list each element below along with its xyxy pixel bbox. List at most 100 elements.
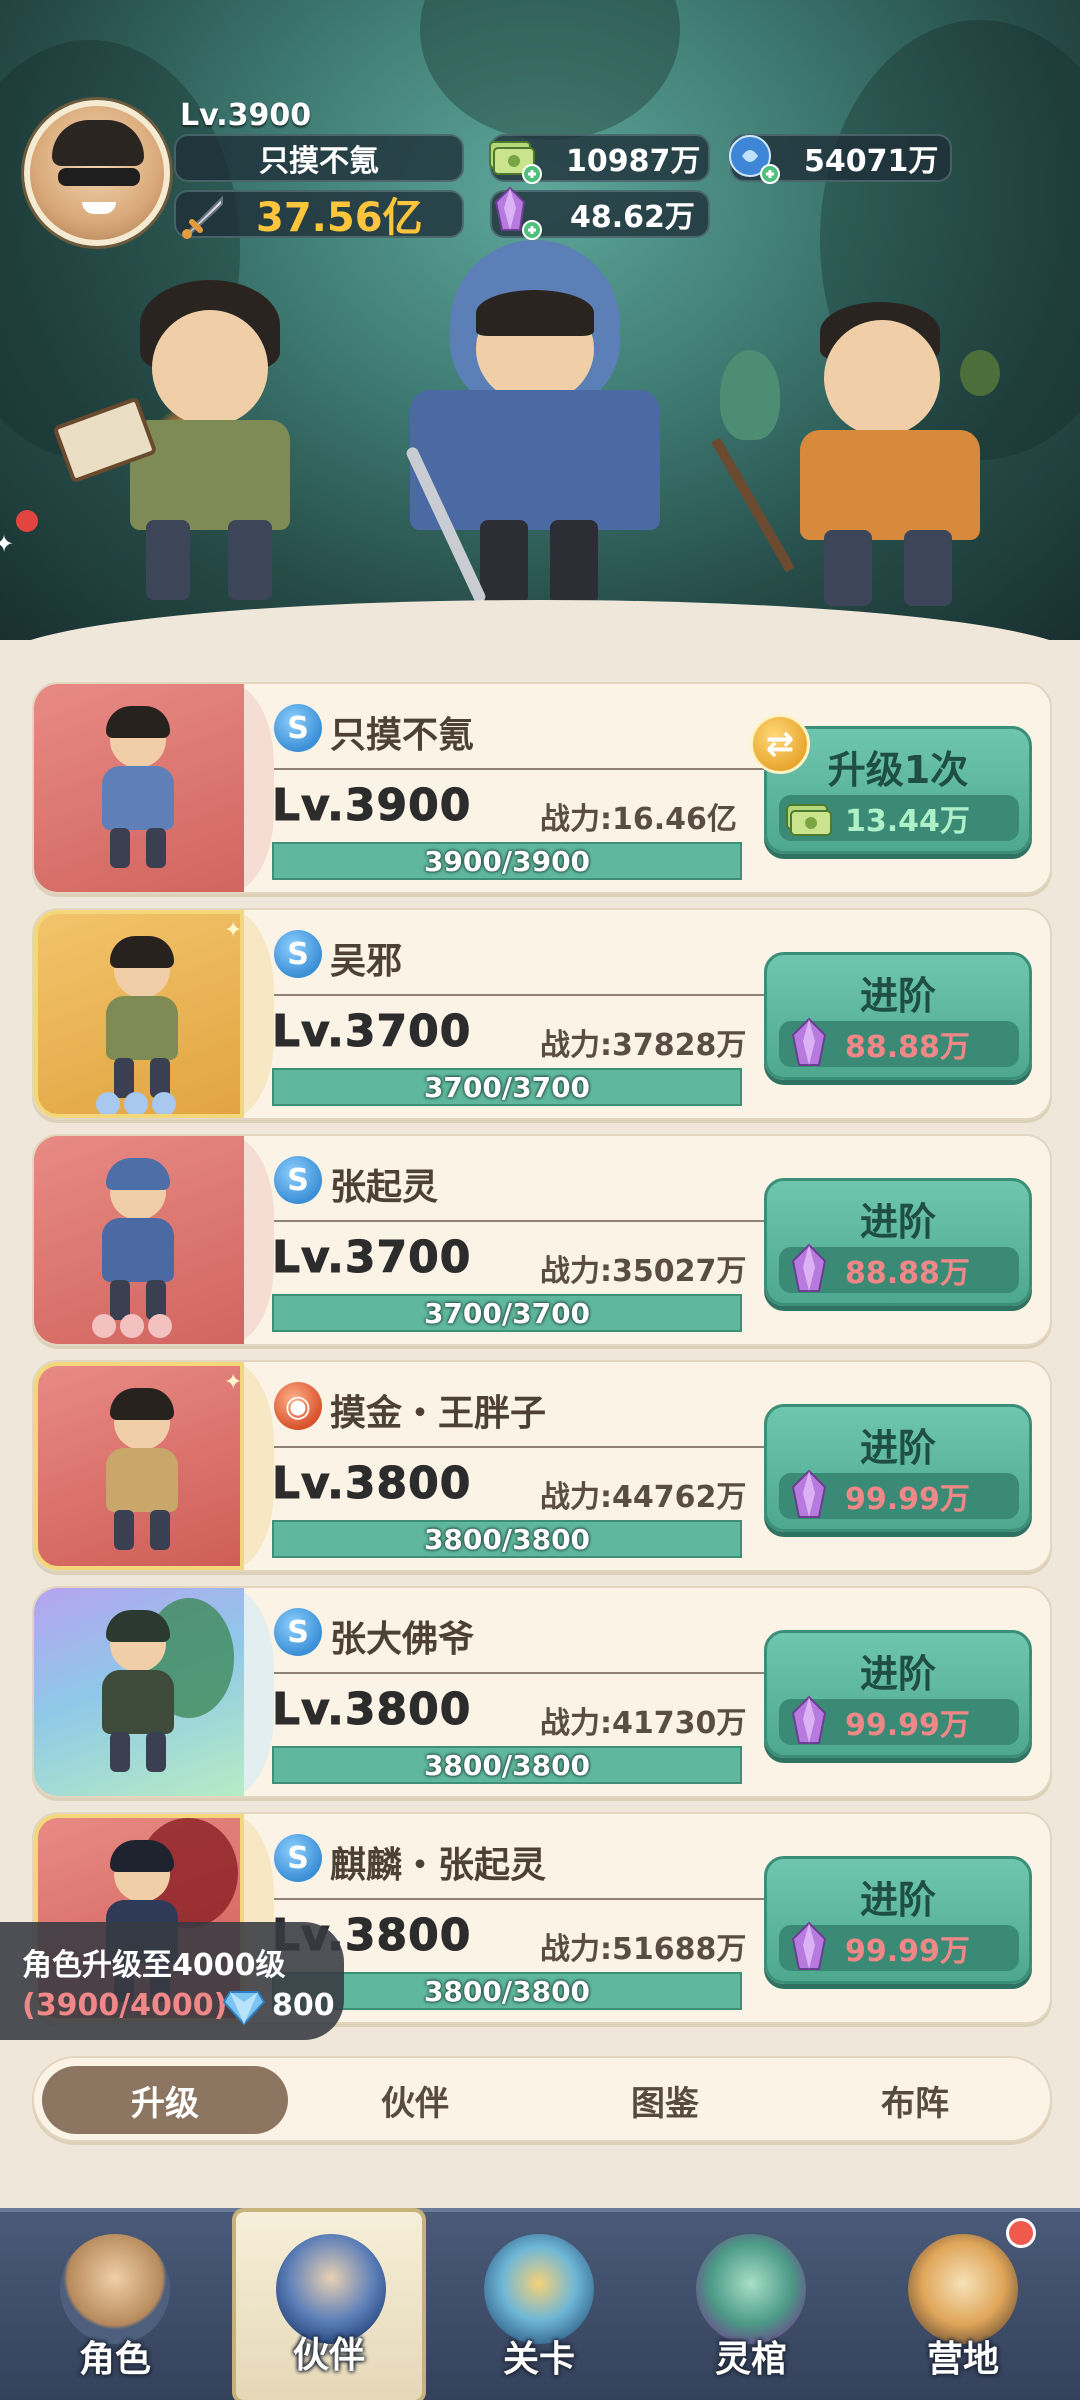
coffin-icon xyxy=(696,2234,806,2344)
cost-value: 99.99万 xyxy=(779,1469,1019,1519)
hero-scene: ✦ xyxy=(0,0,1080,640)
faction-icon: S xyxy=(274,704,322,752)
crystal-icon xyxy=(791,1921,827,1970)
partner-level: Lv.3700 xyxy=(271,1006,472,1058)
partner-name: 只摸不氪 xyxy=(330,715,475,756)
partner-card[interactable]: S 张起灵 Lv.3700 战力:35027万 3700/3700 进阶 88.… xyxy=(32,1134,1052,1346)
action-label: 进阶 xyxy=(859,1200,936,1244)
action-label: 进阶 xyxy=(859,1878,936,1922)
partner-name: 吴邪 xyxy=(330,941,403,982)
partner-exp-bar: 3700/3700 xyxy=(272,1068,742,1106)
partner-level: Lv.3800 xyxy=(271,1458,472,1510)
partner-portrait[interactable] xyxy=(34,910,244,1118)
quest-title: 角色升级至4000级 xyxy=(22,1948,286,1983)
partner-card[interactable]: ✦ ◉ 摸金・王胖子 Lv.3800 战力:44762万 3800/3800 进… xyxy=(32,1360,1052,1572)
partner-power: 战力:41730万 xyxy=(540,1706,747,1741)
cost-value: 88.88万 xyxy=(779,1017,1019,1067)
divider xyxy=(274,1672,770,1674)
nav-camp[interactable]: 营地 xyxy=(868,2212,1058,2400)
partner-level: Lv.3700 xyxy=(271,1232,472,1284)
tab-formation[interactable]: 布阵 xyxy=(792,2066,1038,2134)
sparkle-icon: ✦ xyxy=(224,1370,243,1395)
hero-wuxie-figure xyxy=(52,270,320,600)
partner-exp-bar: 3800/3800 xyxy=(272,1520,742,1558)
faction-icon: S xyxy=(274,1156,322,1204)
tent-icon xyxy=(908,2234,1018,2344)
hero-zhangqiling-figure xyxy=(380,240,680,610)
crystal-icon xyxy=(791,1469,827,1518)
partner-name: 摸金・王胖子 xyxy=(330,1393,547,1434)
quest-reward: 800 xyxy=(272,1988,335,2023)
action-label: 进阶 xyxy=(859,1426,936,1470)
crystal-icon xyxy=(494,186,542,240)
partner-exp-bar: 3700/3700 xyxy=(272,1294,742,1332)
partner-exp-bar: 3900/3900 xyxy=(272,842,742,880)
advance-button[interactable]: 进阶 88.88万 xyxy=(764,952,1032,1080)
divider xyxy=(274,768,770,770)
swap-icon[interactable]: ⇄ xyxy=(750,714,810,774)
hero-wangpangzi-figure xyxy=(711,290,1020,610)
crystal-icon xyxy=(791,1243,827,1292)
advance-button[interactable]: 进阶 88.88万 xyxy=(764,1178,1032,1306)
action-label: 进阶 xyxy=(859,974,936,1018)
cost-value: 13.44万 xyxy=(779,795,1019,841)
partner-level: Lv.3800 xyxy=(271,1684,472,1736)
partner-card[interactable]: S 张大佛爷 Lv.3800 战力:41730万 3800/3800 进阶 99… xyxy=(32,1586,1052,1798)
cash-icon xyxy=(489,141,542,184)
tab-upgrade[interactable]: 升级 xyxy=(42,2066,288,2134)
partner-portrait[interactable] xyxy=(34,684,244,892)
sword-stage-icon xyxy=(484,2234,594,2344)
sparkle-icon: ✦ xyxy=(224,918,243,943)
spirit-orb-icon xyxy=(729,135,780,184)
character-icon xyxy=(60,2234,170,2344)
cost-value: 88.88万 xyxy=(779,1243,1019,1293)
quest-tip[interactable]: 角色升级至4000级 (3900/4000) 800 xyxy=(0,1922,344,2040)
notification-dot xyxy=(1006,2218,1036,2248)
advance-button[interactable]: 进阶 99.99万 xyxy=(764,1630,1032,1758)
partner-name: 张起灵 xyxy=(330,1167,439,1208)
advance-button[interactable]: 进阶 99.99万 xyxy=(764,1404,1032,1532)
cash-icon xyxy=(786,804,832,836)
partner-power: 战力:16.46亿 xyxy=(540,802,737,837)
rank-badges xyxy=(96,1092,176,1114)
player-avatar[interactable] xyxy=(24,100,170,246)
quest-progress: (3900/4000) xyxy=(22,1988,228,2023)
partner-portrait[interactable] xyxy=(34,1588,244,1796)
advance-button[interactable]: 进阶 99.99万 xyxy=(764,1856,1032,1984)
notification-dot xyxy=(16,510,38,532)
divider xyxy=(274,994,770,996)
nav-coffin[interactable]: 灵棺 xyxy=(656,2212,846,2400)
faction-icon: S xyxy=(274,1608,322,1656)
sparkle-icon: ✦ xyxy=(0,530,15,558)
partner-portrait[interactable] xyxy=(34,1136,244,1344)
faction-icon: ◉ xyxy=(274,1382,322,1430)
partner-power: 战力:44762万 xyxy=(540,1480,747,1515)
cost-value: 99.99万 xyxy=(779,1921,1019,1971)
crystal-icon xyxy=(791,1695,827,1744)
partner-name: 麒麟・张起灵 xyxy=(330,1845,547,1886)
divider xyxy=(274,1446,770,1448)
cost-value: 99.99万 xyxy=(779,1695,1019,1745)
partner-card[interactable]: ✦ S 吴邪 Lv.3700 战力:37828万 3700/3700 进阶 88… xyxy=(32,908,1052,1120)
faction-icon: S xyxy=(274,930,322,978)
diamond-icon xyxy=(222,1991,266,2026)
rank-badges xyxy=(92,1314,172,1338)
partner-power: 战力:37828万 xyxy=(540,1028,747,1063)
tab-collection[interactable]: 图鉴 xyxy=(542,2066,788,2134)
nav-character[interactable]: 角色 xyxy=(20,2212,210,2400)
crystal-icon xyxy=(791,1017,827,1066)
partner-name: 张大佛爷 xyxy=(330,1619,475,1660)
nav-partners[interactable]: 伙伴 xyxy=(232,2208,426,2400)
bottom-nav: 角色 伙伴 关卡 灵棺 营地 xyxy=(0,2208,1080,2400)
partner-power: 战力:35027万 xyxy=(540,1254,747,1289)
sub-tab-bar: 升级 伙伴 图鉴 布阵 xyxy=(32,2056,1052,2142)
player-name: 只摸不氪 xyxy=(174,134,464,182)
partner-level: Lv.3900 xyxy=(271,780,472,832)
player-level: Lv.3900 xyxy=(180,98,312,133)
tab-partners[interactable]: 伙伴 xyxy=(292,2066,538,2134)
divider xyxy=(274,1898,770,1900)
action-label: 进阶 xyxy=(859,1652,936,1696)
nav-stages[interactable]: 关卡 xyxy=(444,2212,634,2400)
partner-portrait[interactable] xyxy=(34,1362,244,1570)
partner-card[interactable]: S 只摸不氪 Lv.3900 战力:16.46亿 3900/3900 升级1次 … xyxy=(32,682,1052,894)
